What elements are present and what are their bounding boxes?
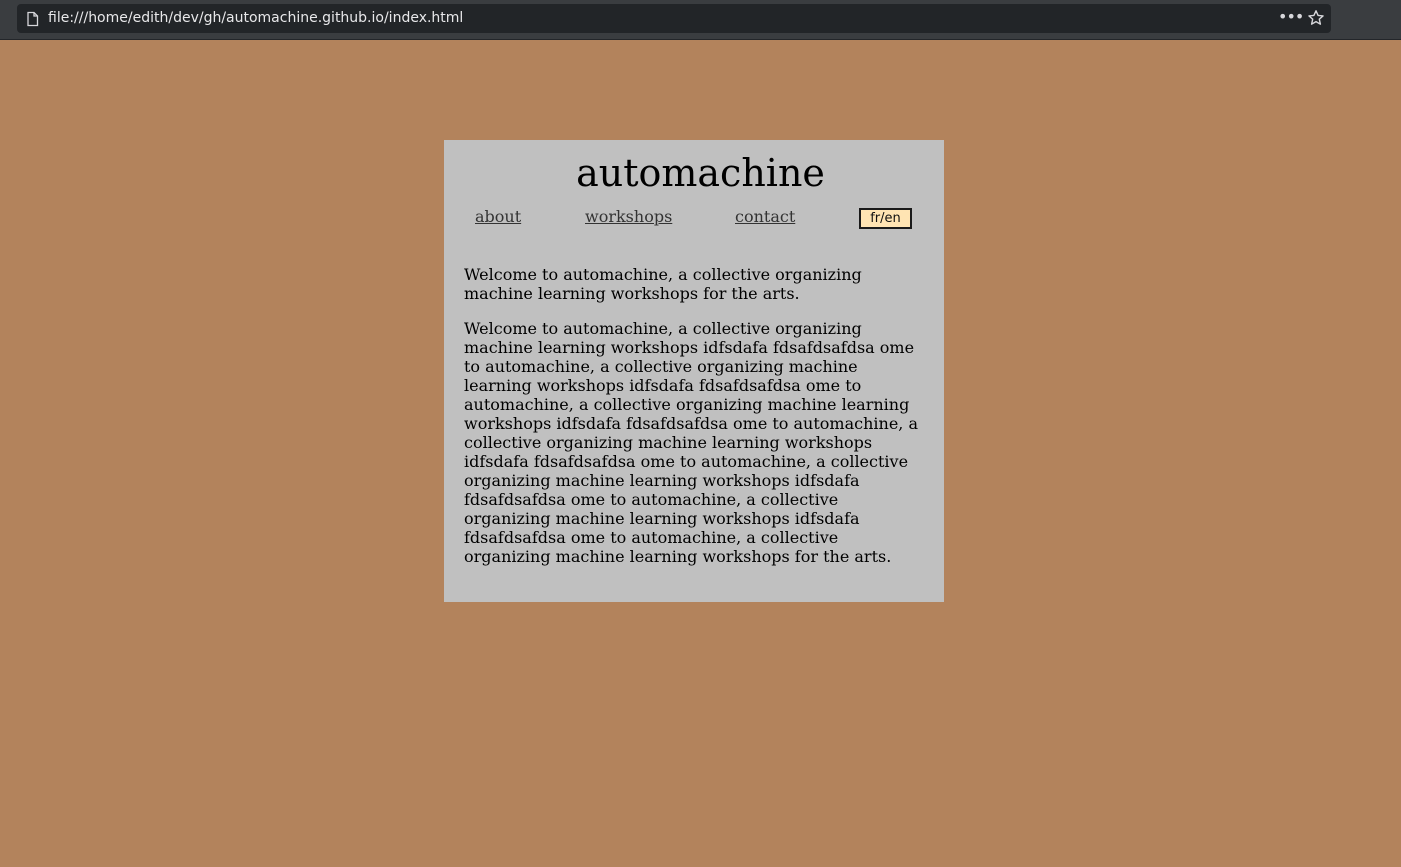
nav-link-contact[interactable]: contact [735, 207, 795, 227]
more-icon[interactable]: ••• [1278, 9, 1304, 26]
site-title: automachine [576, 151, 825, 195]
nav-link-about[interactable]: about [475, 207, 521, 227]
bookmark-star-icon[interactable] [1307, 9, 1325, 27]
main-nav: about workshops contact [0, 207, 1401, 231]
browser-toolbar: file:///home/edith/dev/gh/automachine.gi… [0, 0, 1401, 40]
nav-link-workshops[interactable]: workshops [585, 207, 672, 227]
language-toggle-button[interactable]: fr/en [859, 208, 912, 229]
page-icon [27, 11, 39, 27]
body-paragraph: Welcome to automachine, a collective org… [464, 319, 918, 566]
url-bar[interactable]: file:///home/edith/dev/gh/automachine.gi… [17, 4, 1331, 33]
url-text[interactable]: file:///home/edith/dev/gh/automachine.gi… [48, 10, 463, 26]
intro-paragraph: Welcome to automachine, a collective org… [464, 265, 862, 303]
